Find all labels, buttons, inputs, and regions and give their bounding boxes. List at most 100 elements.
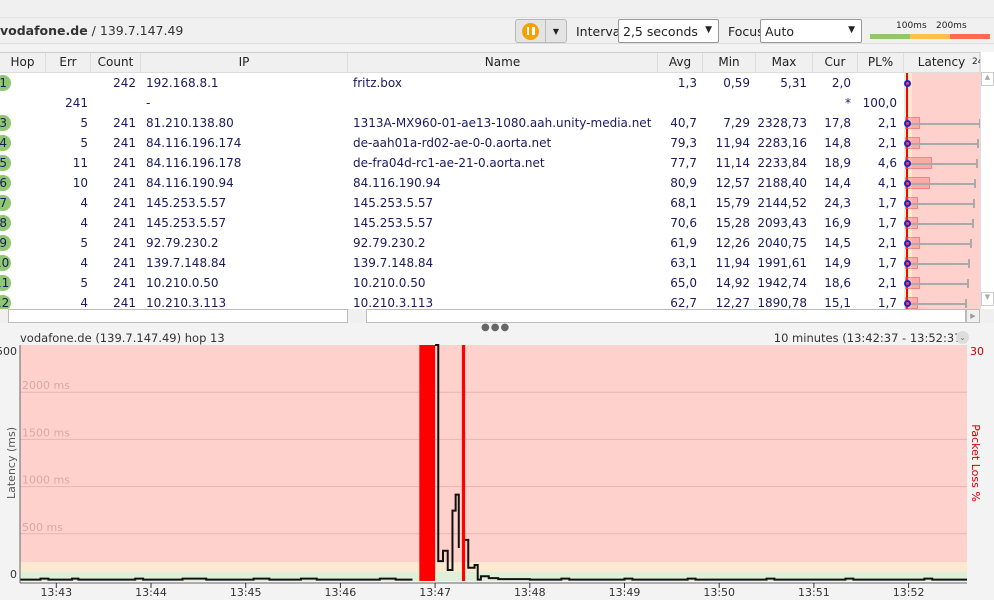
legend-200ms: 200ms — [936, 21, 967, 31]
table-row[interactable]: 6 10 241 84.116.190.94 84.116.190.94 80,9 12,5… — [0, 173, 904, 193]
interval-label: Interval — [576, 24, 624, 39]
target-ip: / 139.7.147.49 — [87, 23, 184, 38]
cell-count: 241 — [113, 196, 136, 210]
table-row[interactable]: 10 4 241 139.7.148.84 139.7.148.84 63,1 11,94 1… — [0, 253, 904, 273]
cell-avg: 40,7 — [670, 116, 697, 130]
cell-avg: 80,9 — [670, 176, 697, 190]
cell-min: 15,28 — [715, 216, 750, 230]
cell-max: 1991,61 — [757, 256, 807, 270]
cell-pl: 4,1 — [877, 176, 897, 190]
cell-avg: 77,7 — [670, 156, 697, 170]
scroll-right-button[interactable]: ▶ — [966, 309, 980, 323]
cell-err: 5 — [80, 116, 88, 130]
y-tick-label: 0 — [10, 568, 17, 581]
scroll-up-button[interactable]: ▲ — [981, 72, 994, 86]
column-header-name[interactable]: Name — [348, 53, 658, 73]
table-row[interactable]: 4 5 241 84.116.196.174 de-aah01a-rd02-ae-0-0… — [0, 133, 904, 153]
avg-marker-icon — [904, 300, 911, 307]
scroll-thumb[interactable] — [8, 309, 348, 323]
pause-button[interactable] — [516, 20, 546, 42]
scroll-track[interactable] — [366, 309, 966, 323]
cell-count: 241 — [113, 236, 136, 250]
legend-red — [950, 34, 990, 39]
cell-min: 12,26 — [715, 236, 750, 250]
cell-avg: 79,3 — [670, 136, 697, 150]
cell-max — [756, 93, 807, 113]
scroll-down-button[interactable]: ▼ — [981, 292, 994, 306]
x-tick-label: 13:50 — [703, 586, 735, 599]
table-row[interactable]: 241 - * 100,0 — [0, 93, 904, 113]
cell-avg: 63,1 — [670, 256, 697, 270]
x-tick-label: 13:51 — [798, 586, 830, 599]
cell-min: 15,79 — [715, 196, 750, 210]
table-row[interactable]: 9 5 241 92.79.230.2 92.79.230.2 61,9 12,26 2040… — [0, 233, 904, 253]
table-row[interactable]: 5 11 241 84.116.196.178 de-fra04d-rc1-ae-21-… — [0, 153, 904, 173]
hop-number: 5 — [0, 155, 11, 171]
cell-max: 2328,73 — [757, 116, 807, 130]
cell-cur: 2,0 — [831, 76, 851, 90]
y-tick-label: 2500 — [0, 345, 17, 358]
pause-dropdown-button[interactable]: ▼ — [546, 20, 566, 42]
cell-ip: 145.253.5.57 — [146, 216, 227, 230]
vertical-scrollbar[interactable]: ▲ ▼ — [980, 52, 994, 309]
legend-100ms: 100ms — [896, 21, 927, 31]
avg-marker-icon — [904, 180, 911, 187]
hop-number: 9 — [0, 235, 11, 251]
cell-name: de-aah01a-rd02-ae-0-0.aorta.net — [353, 136, 552, 150]
cell-count — [91, 93, 136, 113]
cell-min: 14,92 — [715, 276, 750, 290]
column-header-ip[interactable]: IP — [141, 53, 348, 73]
column-header-plpct[interactable]: PL% — [858, 53, 904, 73]
cell-pl: 1,7 — [877, 196, 897, 210]
hop-number: 11 — [0, 275, 11, 291]
y2-axis-title: Packet Loss % — [969, 424, 982, 502]
x-tick-label: 13:44 — [135, 586, 167, 599]
column-header-latency[interactable]: Latency — [904, 53, 980, 73]
cell-max: 2144,52 — [757, 196, 807, 210]
column-header-err[interactable]: Err — [46, 53, 91, 73]
column-header-hop[interactable]: Hop — [0, 53, 46, 73]
target-title: vodafone.de / 139.7.147.49 — [0, 23, 183, 38]
focus-value: Auto — [765, 24, 795, 39]
table-row[interactable]: 7 4 241 145.253.5.57 145.253.5.57 68,1 15,79 21… — [0, 193, 904, 213]
y-tick-label: 2000 ms — [22, 379, 70, 392]
x-tick-label: 13:43 — [40, 586, 72, 599]
table-row[interactable]: 1 242 192.168.8.1 fritz.box 1,3 0,59 5,31 2,0 — [0, 73, 904, 93]
cell-avg: 1,3 — [677, 76, 697, 90]
cell-max: 2283,16 — [757, 136, 807, 150]
cell-max: 2040,75 — [757, 236, 807, 250]
cell-count: 241 — [113, 136, 136, 150]
cell-avg: 61,9 — [670, 236, 697, 250]
interval-select[interactable]: 2,5 seconds ▼ — [618, 19, 719, 43]
cell-pl: 2,1 — [877, 236, 897, 250]
cell-ip: 145.253.5.57 — [146, 196, 227, 210]
cell-min — [703, 93, 750, 113]
cell-err: 5 — [80, 276, 88, 290]
x-tick-label: 13:45 — [230, 586, 262, 599]
cell-max: 2233,84 — [757, 156, 807, 170]
cell-ip: 139.7.148.84 — [146, 256, 227, 270]
pause-button-group: ▼ — [515, 19, 567, 43]
horizontal-scrollbar[interactable]: ▶ — [0, 309, 994, 323]
table-row[interactable]: 8 4 241 145.253.5.57 145.253.5.57 70,6 15,28 20… — [0, 213, 904, 233]
focus-select[interactable]: Auto ▼ — [760, 19, 862, 43]
cell-err — [46, 73, 88, 93]
splitter-handle[interactable]: ●●● — [481, 322, 510, 333]
column-header-min[interactable]: Min — [703, 53, 756, 73]
column-header-max[interactable]: Max — [756, 53, 813, 73]
column-header-count[interactable]: Count — [91, 53, 141, 73]
cell-max: 5,31 — [780, 76, 807, 90]
avg-marker-icon — [904, 240, 911, 247]
column-header-avg[interactable]: Avg — [658, 53, 703, 73]
x-tick-label: 13:52 — [893, 586, 925, 599]
table-row[interactable]: 11 5 241 10.210.0.50 10.210.0.50 65,0 14,92 194… — [0, 273, 904, 293]
cell-err: 241 — [65, 96, 88, 110]
column-header-cur[interactable]: Cur — [813, 53, 858, 73]
cell-err: 4 — [80, 216, 88, 230]
cell-count: 241 — [113, 156, 136, 170]
cell-count: 241 — [113, 176, 136, 190]
table-row[interactable]: 3 5 241 81.210.138.80 1313A-MX960-01-ae13-10… — [0, 113, 904, 133]
cell-ip: 10.210.0.50 — [146, 276, 219, 290]
cell-avg — [658, 93, 697, 113]
cell-cur: 14,9 — [824, 256, 851, 270]
